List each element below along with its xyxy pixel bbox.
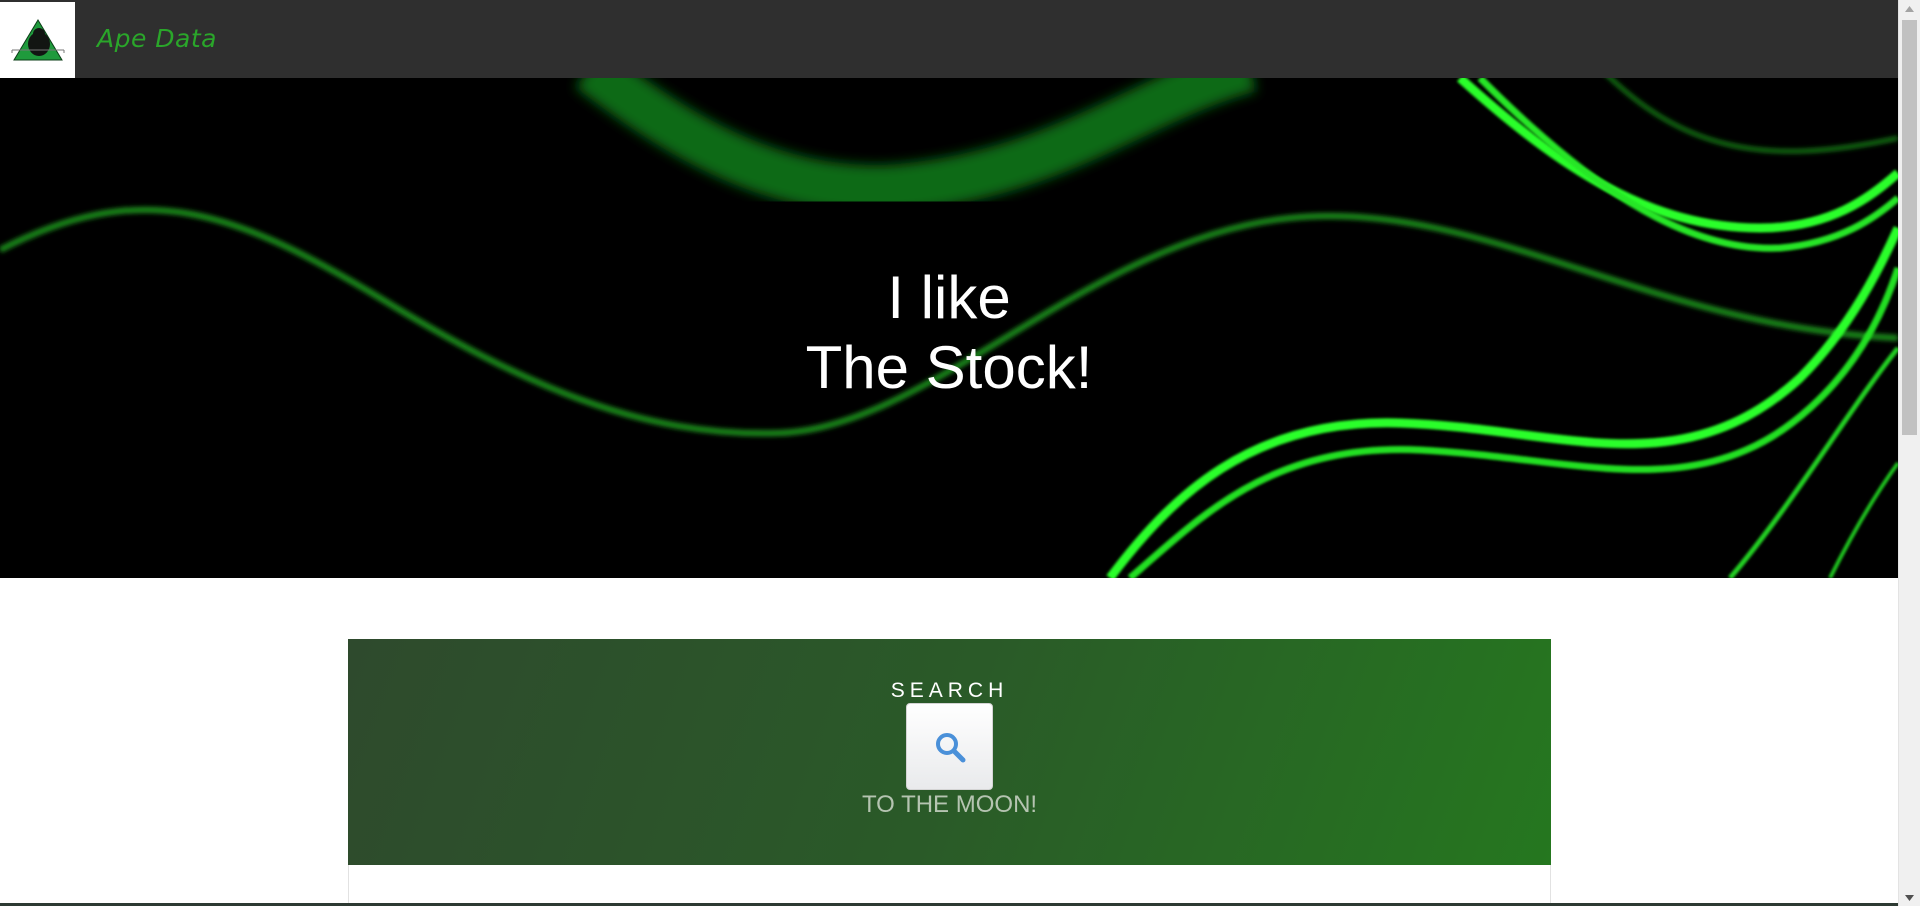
scrollbar-thumb[interactable] [1902, 20, 1917, 435]
search-button[interactable] [906, 703, 993, 790]
content-card [348, 865, 1551, 906]
page-viewport: Ape Data I like The Stock! SEARCH TO THE… [0, 0, 1898, 906]
search-panel: SEARCH TO THE MOON! [348, 639, 1551, 865]
logo[interactable] [0, 2, 75, 78]
scroll-down-arrow-icon[interactable] [1899, 889, 1920, 906]
hero-banner: I like The Stock! [0, 78, 1898, 578]
vertical-scrollbar[interactable] [1898, 0, 1920, 906]
brand-name[interactable]: Ape Data [97, 24, 217, 53]
hero-headline-line2: The Stock! [805, 334, 1093, 401]
search-icon [935, 732, 965, 762]
search-label: SEARCH [890, 679, 1009, 702]
navbar: Ape Data [0, 0, 1898, 79]
hero-headline: I like The Stock! [0, 263, 1898, 403]
ape-pyramid-logo-icon [11, 19, 64, 61]
scroll-up-arrow-icon[interactable] [1899, 0, 1920, 17]
search-tagline: TO THE MOON! [861, 791, 1038, 818]
hero-headline-line1: I like [887, 264, 1011, 331]
